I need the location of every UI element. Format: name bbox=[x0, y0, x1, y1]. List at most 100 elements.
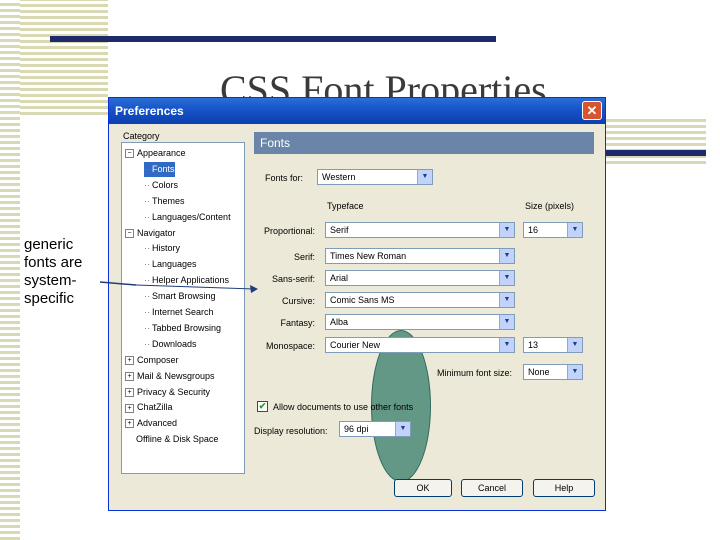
expand-icon[interactable]: + bbox=[125, 371, 134, 381]
font-typeface-select[interactable]: Arial ▼ bbox=[325, 270, 515, 286]
chevron-down-icon: ▼ bbox=[417, 170, 432, 184]
font-typeface-value: Alba bbox=[330, 317, 349, 327]
chevron-down-icon: ▼ bbox=[567, 223, 582, 237]
collapse-icon[interactable]: − bbox=[125, 228, 134, 238]
chevron-down-icon: ▼ bbox=[499, 293, 514, 307]
font-row-label: Fantasy: bbox=[280, 318, 315, 328]
tree-connector-icon: ·· bbox=[144, 211, 150, 222]
tree-connector-icon: ·· bbox=[144, 307, 150, 317]
tree-item-label: Mail & Newsgroups bbox=[137, 370, 215, 381]
tree-item[interactable]: ·· Helper Applications bbox=[144, 273, 229, 288]
tree-item[interactable]: ·· Fonts bbox=[144, 161, 175, 177]
tree-item-label: Themes bbox=[152, 195, 185, 206]
monospace-size-value: 13 bbox=[528, 340, 539, 350]
tree-connector-icon: ·· bbox=[144, 322, 150, 333]
min-font-size-label: Minimum font size: bbox=[437, 368, 513, 378]
tree-item[interactable]: + ChatZilla bbox=[125, 400, 173, 415]
cancel-button[interactable]: Cancel bbox=[461, 479, 523, 497]
tree-connector-icon: ·· bbox=[144, 275, 150, 286]
tree-item[interactable]: + Mail & Newsgroups bbox=[125, 369, 215, 384]
tree-connector-icon: ·· bbox=[144, 163, 150, 174]
tree-connector-icon: ·· bbox=[144, 259, 150, 270]
allow-fonts-label: Allow documents to use other fonts bbox=[273, 402, 414, 412]
slide-stripe-decoration bbox=[0, 0, 20, 540]
collapse-icon[interactable]: − bbox=[125, 149, 134, 159]
tree-item-label: Appearance bbox=[137, 148, 186, 158]
tree-item[interactable]: ·· Internet Search bbox=[144, 305, 214, 320]
fonts-for-value: Western bbox=[322, 172, 356, 182]
tree-item[interactable]: ·· Smart Browsing bbox=[144, 289, 216, 304]
font-typeface-select[interactable]: Courier New ▼ bbox=[325, 337, 515, 353]
expand-icon[interactable]: + bbox=[125, 355, 134, 365]
tree-item-label: Internet Search bbox=[152, 307, 214, 317]
display-resolution-label: Display resolution: bbox=[254, 426, 328, 436]
monospace-size-select[interactable]: 13 ▼ bbox=[523, 337, 583, 353]
display-resolution-select[interactable]: 96 dpi ▼ bbox=[339, 421, 411, 437]
tree-item-label: Languages bbox=[152, 259, 197, 270]
chevron-down-icon: ▼ bbox=[499, 249, 514, 263]
category-tree[interactable]: − Appearance ·· Fonts ·· Colors ·· Themes ·· Lang… bbox=[121, 142, 245, 474]
tree-item[interactable]: − Appearance bbox=[125, 146, 186, 161]
font-typeface-value: Serif bbox=[330, 225, 349, 235]
tree-item[interactable]: Offline & Disk Space bbox=[125, 432, 218, 447]
tree-item-label: History bbox=[152, 243, 181, 254]
typeface-header: Typeface bbox=[327, 201, 364, 211]
tree-item[interactable]: + Composer bbox=[125, 353, 179, 368]
proportional-size-select[interactable]: 16 ▼ bbox=[523, 222, 583, 238]
font-row-label: Monospace: bbox=[265, 341, 315, 351]
font-typeface-select[interactable]: Serif ▼ bbox=[325, 222, 515, 238]
tree-item[interactable]: ·· Downloads bbox=[144, 337, 197, 352]
chevron-down-icon: ▼ bbox=[567, 338, 582, 352]
tree-item[interactable]: ·· History bbox=[144, 241, 180, 256]
font-row-label: Proportional: bbox=[263, 226, 315, 236]
chevron-down-icon: ▼ bbox=[499, 223, 514, 237]
dialog-titlebar: Preferences ✕ bbox=[109, 98, 605, 124]
panel-title: Fonts bbox=[254, 132, 594, 154]
fonts-for-select[interactable]: Western ▼ bbox=[317, 169, 433, 185]
tree-item[interactable]: ·· Tabbed Browsing bbox=[144, 321, 221, 336]
tree-connector-icon: ·· bbox=[144, 291, 150, 302]
font-typeface-select[interactable]: Alba ▼ bbox=[325, 314, 515, 330]
tree-item[interactable]: ·· Colors bbox=[144, 178, 178, 193]
font-typeface-value: Times New Roman bbox=[330, 251, 407, 261]
tree-item-label: Languages/Content bbox=[152, 211, 231, 222]
allow-fonts-checkbox[interactable]: ✔ bbox=[257, 401, 268, 412]
font-row-label: Serif: bbox=[293, 252, 315, 262]
tree-item[interactable]: ·· Themes bbox=[144, 194, 185, 209]
tree-item[interactable]: − Navigator bbox=[125, 226, 176, 241]
slide-side-note: generic fonts are system-specific bbox=[24, 236, 83, 307]
tree-connector-icon: ·· bbox=[144, 195, 150, 206]
chevron-down-icon: ▼ bbox=[499, 271, 514, 285]
tree-item-label: Composer bbox=[137, 354, 179, 365]
expand-icon[interactable]: + bbox=[125, 403, 134, 413]
tree-item[interactable]: + Advanced bbox=[125, 416, 177, 431]
help-button[interactable]: Help bbox=[533, 479, 595, 497]
tree-item-label: Offline & Disk Space bbox=[136, 434, 219, 445]
category-label: Category bbox=[123, 131, 160, 141]
proportional-size-value: 16 bbox=[528, 225, 539, 235]
font-row-label: Sans-serif: bbox=[271, 274, 315, 284]
font-typeface-select[interactable]: Comic Sans MS ▼ bbox=[325, 292, 515, 308]
ok-button[interactable]: OK bbox=[394, 479, 452, 497]
tree-item-label: Advanced bbox=[137, 418, 178, 429]
chevron-down-icon: ▼ bbox=[395, 422, 410, 436]
tree-item[interactable]: + Privacy & Security bbox=[125, 385, 210, 400]
display-resolution-value: 96 dpi bbox=[344, 424, 369, 434]
size-header: Size (pixels) bbox=[525, 201, 575, 211]
expand-icon[interactable]: + bbox=[125, 419, 134, 429]
close-button[interactable]: ✕ bbox=[582, 101, 602, 120]
font-row-label: Cursive: bbox=[281, 296, 315, 306]
tree-item[interactable]: ·· Languages/Content bbox=[144, 210, 231, 225]
min-font-size-select[interactable]: None ▼ bbox=[523, 364, 583, 380]
slide-accent-bar-top bbox=[50, 36, 496, 42]
tree-item-label: Downloads bbox=[152, 338, 197, 349]
chevron-down-icon: ▼ bbox=[499, 315, 514, 329]
chevron-down-icon: ▼ bbox=[567, 365, 582, 379]
tree-item-label: Tabbed Browsing bbox=[152, 322, 222, 333]
font-typeface-select[interactable]: Times New Roman ▼ bbox=[325, 248, 515, 264]
tree-item-label: ChatZilla bbox=[137, 402, 173, 413]
tree-item-label: Colors bbox=[152, 179, 179, 190]
font-typeface-value: Courier New bbox=[330, 340, 381, 350]
tree-item[interactable]: ·· Languages bbox=[144, 257, 197, 272]
expand-icon[interactable]: + bbox=[125, 387, 134, 397]
